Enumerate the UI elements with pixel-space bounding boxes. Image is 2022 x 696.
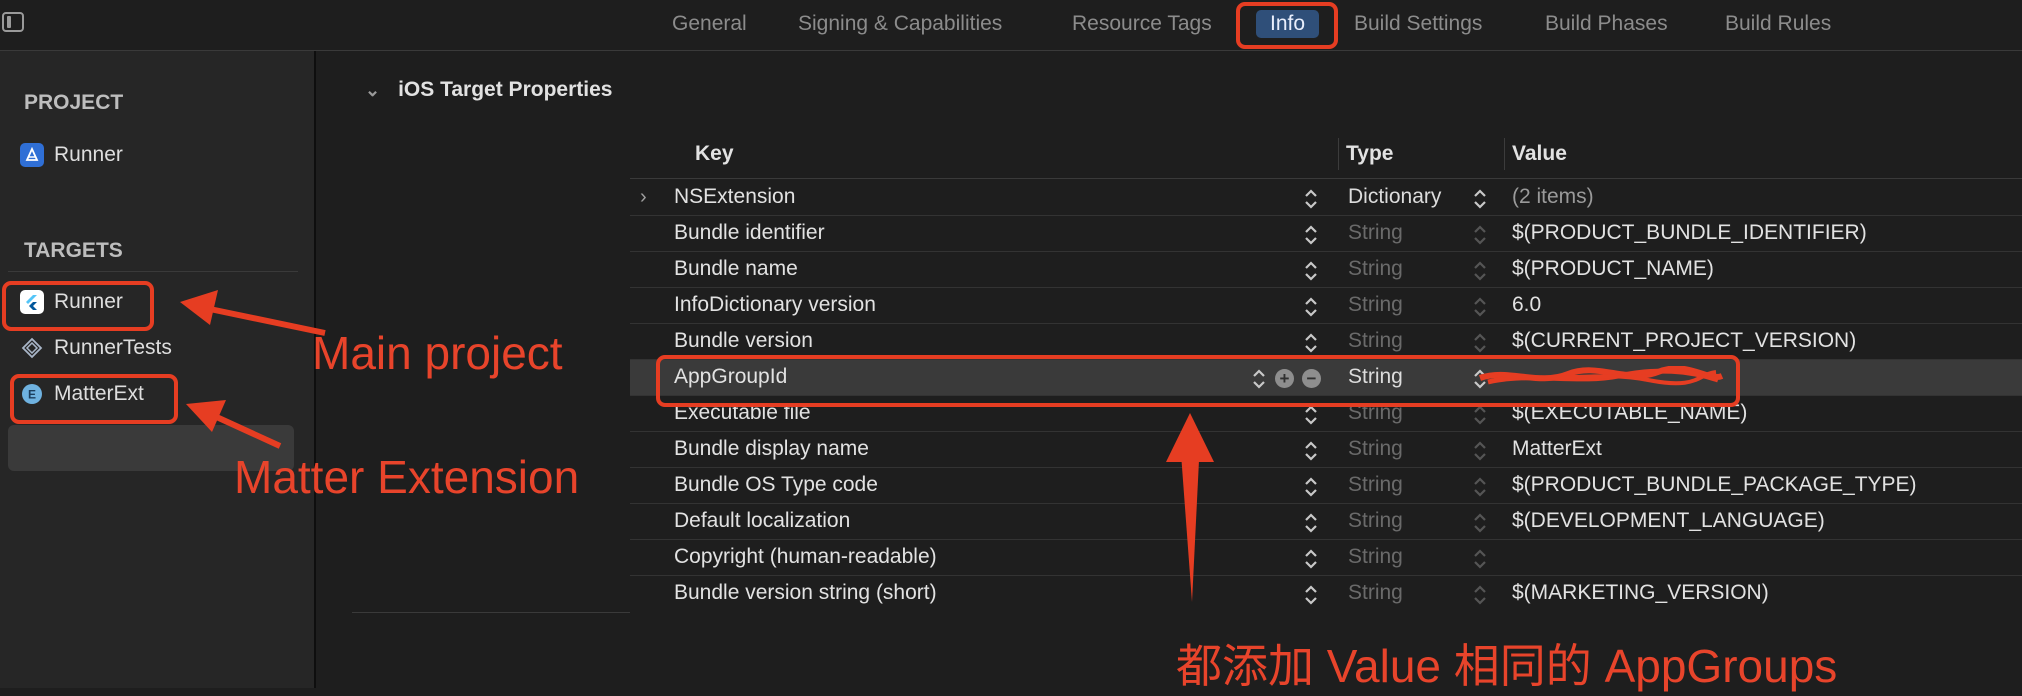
annotation-arrows xyxy=(180,290,1214,602)
arrow-head xyxy=(180,290,218,325)
arrow-line xyxy=(208,411,282,449)
annotation-main-project: Main project xyxy=(312,327,563,379)
arrow-head xyxy=(1166,413,1214,462)
annotation-matter-extension: Matter Extension xyxy=(234,451,580,503)
arrow-line xyxy=(204,305,326,336)
arrow-shaft xyxy=(1180,440,1200,602)
annotation-note-appgroups: 都添加 Value 相同的 AppGroups xyxy=(1176,640,1838,692)
